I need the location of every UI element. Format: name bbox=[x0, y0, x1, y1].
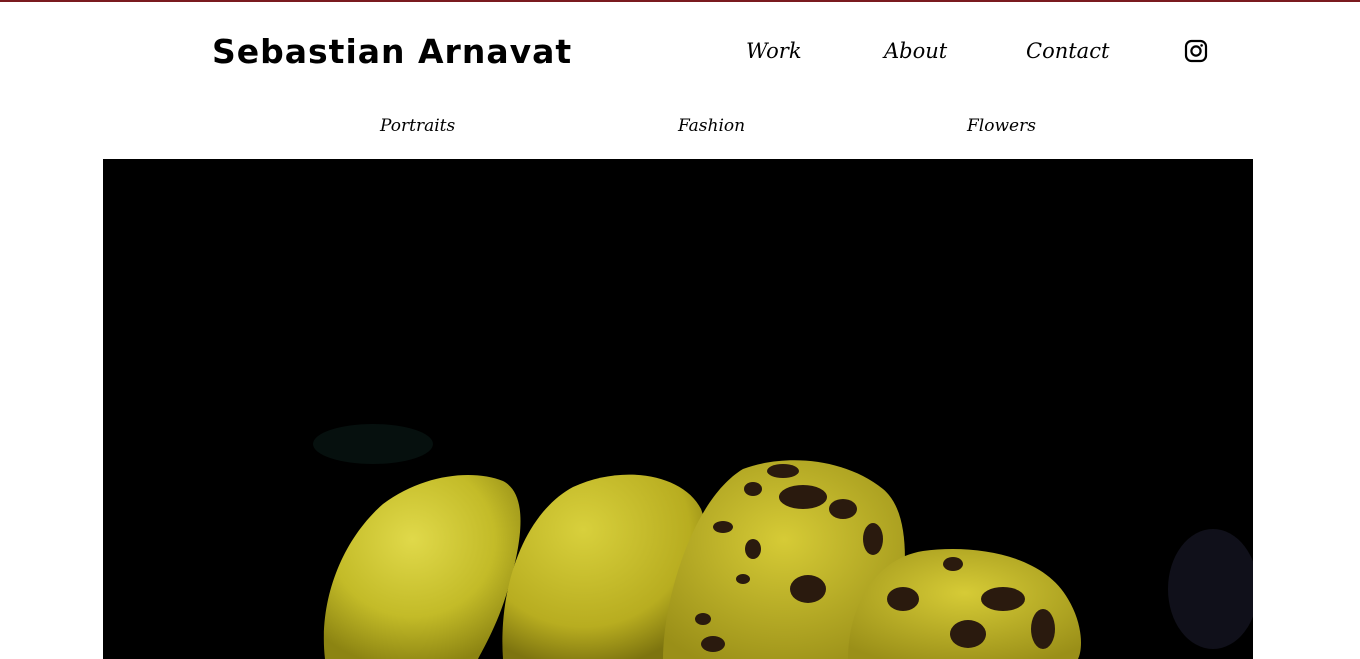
top-accent-border bbox=[0, 0, 1360, 2]
sub-nav-fashion[interactable]: Fashion bbox=[678, 113, 745, 139]
nav-link-contact[interactable]: Contact bbox=[1026, 36, 1109, 66]
hero-image bbox=[103, 159, 1253, 659]
nav-link-work[interactable]: Work bbox=[746, 36, 802, 66]
site-title[interactable]: Sebastian Arnavat bbox=[212, 30, 572, 74]
sub-nav-flowers[interactable]: Flowers bbox=[967, 113, 1036, 139]
instagram-icon[interactable] bbox=[1184, 39, 1208, 63]
nav-link-about[interactable]: About bbox=[884, 36, 947, 66]
sub-nav-portraits[interactable]: Portraits bbox=[380, 113, 455, 139]
yellow-flower-photo bbox=[103, 159, 1253, 659]
